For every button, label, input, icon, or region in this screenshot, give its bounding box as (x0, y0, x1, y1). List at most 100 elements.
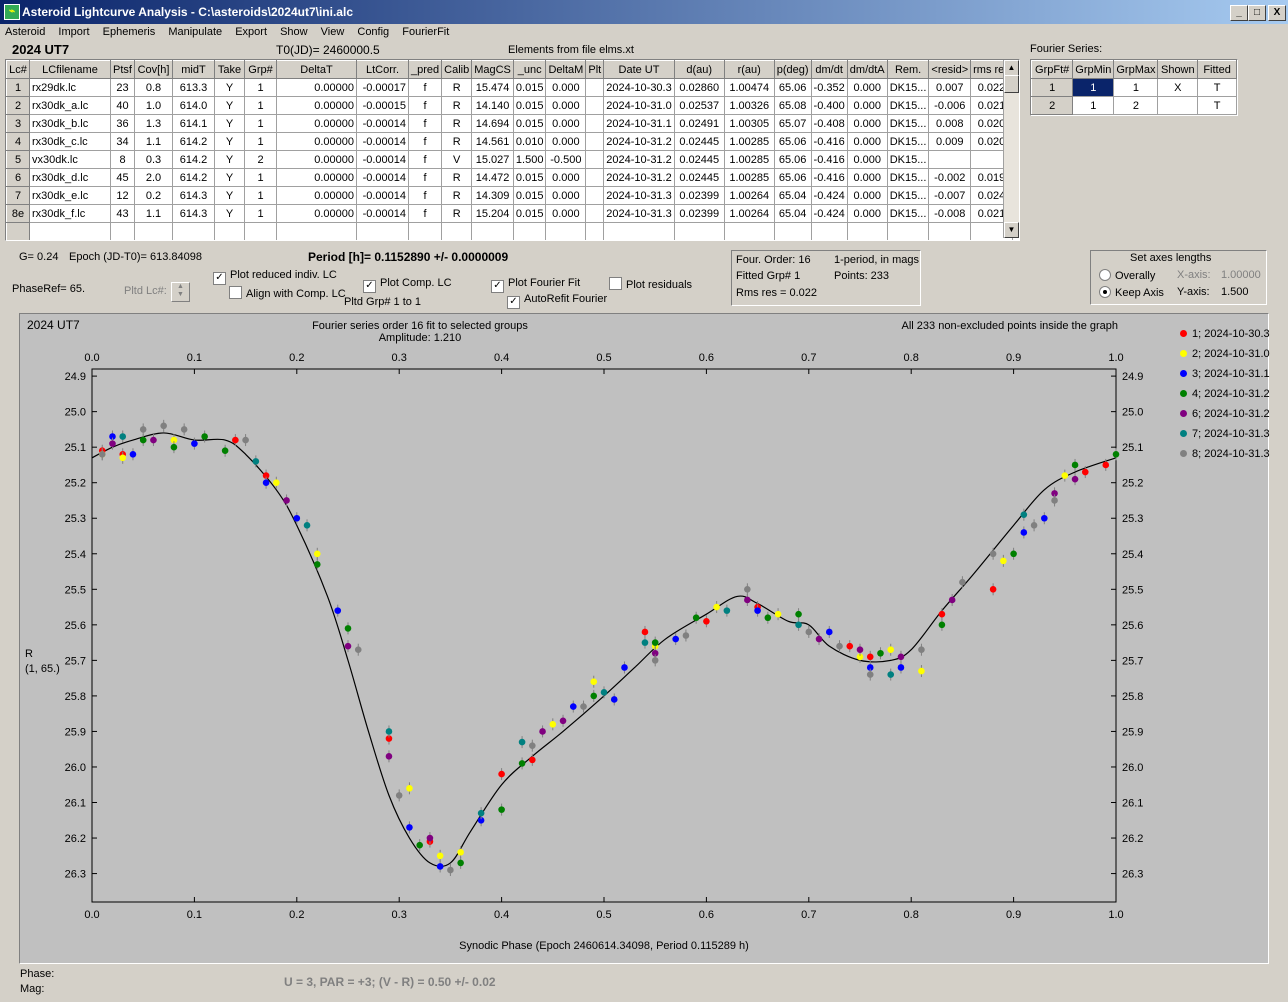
lightcurve-chart[interactable]: 0.0 0.0 0.1 0.1 0.2 0.2 0.3 0.3 0.4 0.4 0.5 0.5 0.6 0… (20, 314, 1268, 963)
row-number[interactable]: 3 (6, 114, 30, 133)
plot-fourier-checkbox[interactable]: ✓ Plot Fourier Fit (491, 277, 580, 293)
fourier-col-header[interactable]: GrpMax (1113, 60, 1159, 79)
overally-radio[interactable]: Overally (1099, 269, 1155, 282)
table-cell[interactable]: 0.2 (134, 186, 173, 205)
lc-col-header[interactable]: MagCS (471, 60, 514, 79)
table-cell[interactable]: 0.008 (928, 114, 972, 133)
table-cell[interactable]: -0.416 (810, 150, 848, 169)
table-cell[interactable]: f (407, 186, 443, 205)
table-cell[interactable]: 0.000 (846, 168, 888, 187)
table-cell[interactable]: f (407, 114, 443, 133)
row-number[interactable]: 2 (6, 96, 30, 115)
lc-col-header[interactable]: Ptsf (110, 60, 135, 79)
table-cell[interactable] (928, 150, 972, 169)
fourier-cell[interactable]: T (1197, 78, 1237, 97)
table-cell[interactable]: 2024-10-30.3 (603, 78, 675, 97)
table-cell[interactable]: 0.8 (134, 78, 173, 97)
table-cell[interactable] (471, 222, 514, 240)
table-cell[interactable]: 0.000 (846, 96, 888, 115)
table-cell[interactable]: 2 (244, 150, 277, 169)
table-cell[interactable]: 0.00000 (276, 168, 357, 187)
table-cell[interactable] (585, 150, 605, 169)
table-cell[interactable] (585, 132, 605, 151)
table-row[interactable]: 2 rx30dk_a.lc 40 1.0 614.0 Y 1 0.00000 -0.00015 f… (6, 96, 1013, 115)
table-cell[interactable]: 1.3 (134, 114, 173, 133)
table-cell[interactable]: 0.000 (846, 78, 888, 97)
fourier-row-number[interactable]: 2 (1031, 96, 1074, 115)
table-cell[interactable] (846, 222, 888, 240)
table-cell[interactable]: DK15... (886, 168, 930, 187)
fourier-table-container[interactable]: GrpFt# GrpMin GrpMax Shown Fitted 111XT212T (1030, 59, 1238, 116)
table-cell[interactable]: rx30dk_d.lc (29, 168, 111, 187)
table-cell[interactable] (134, 222, 173, 240)
table-cell[interactable]: -0.400 (810, 96, 848, 115)
table-cell[interactable]: -0.500 (545, 150, 587, 169)
table-cell[interactable]: f (407, 78, 443, 97)
table-cell[interactable]: 34 (110, 132, 135, 151)
table-cell[interactable]: 0.015 (512, 168, 547, 187)
table-cell[interactable]: rx30dk_c.lc (29, 132, 111, 151)
scroll-up-icon[interactable]: ▲ (1004, 60, 1019, 76)
table-cell[interactable]: 14.309 (471, 186, 514, 205)
pltd-lc-spinner[interactable]: ▲ ▼ (171, 282, 190, 302)
table-cell[interactable]: Y (214, 78, 245, 97)
table-scrollbar[interactable]: ▲ ▼ (1003, 60, 1019, 238)
table-cell[interactable]: Y (214, 132, 245, 151)
table-cell[interactable] (214, 222, 245, 240)
table-cell[interactable]: 14.561 (471, 132, 514, 151)
table-cell[interactable]: 2024-10-31.2 (603, 132, 675, 151)
lc-col-header[interactable]: Plt (585, 60, 605, 79)
table-cell[interactable]: 2024-10-31.0 (603, 96, 675, 115)
table-cell[interactable]: 14.472 (471, 168, 514, 187)
lc-col-header[interactable]: Calib (441, 60, 473, 79)
table-cell[interactable]: 1.00264 (723, 186, 775, 205)
table-cell[interactable]: 12 (110, 186, 135, 205)
table-cell[interactable]: rx30dk_e.lc (29, 186, 111, 205)
table-cell[interactable]: 0.015 (512, 204, 547, 223)
lc-col-header[interactable]: Take (214, 60, 245, 79)
table-cell[interactable]: f (407, 132, 443, 151)
table-row[interactable]: 5 vx30dk.lc 8 0.3 614.2 Y 2 0.00000 -0.00014 f V 15… (6, 150, 1013, 169)
menu-import[interactable]: Import (53, 24, 94, 38)
table-cell[interactable] (810, 222, 848, 240)
table-cell[interactable] (673, 222, 725, 240)
table-cell[interactable]: 1.1 (134, 204, 173, 223)
table-row[interactable]: 4 rx30dk_c.lc 34 1.1 614.2 Y 1 0.00000 -0.00014 f… (6, 132, 1013, 151)
table-cell[interactable]: Y (214, 204, 245, 223)
table-cell[interactable] (928, 222, 972, 240)
table-cell[interactable]: f (407, 96, 443, 115)
lc-col-header[interactable]: LCfilename (29, 60, 111, 79)
table-cell[interactable]: 2024-10-31.1 (603, 114, 675, 133)
table-cell[interactable]: -0.424 (810, 186, 848, 205)
table-cell[interactable]: 1.00285 (723, 132, 775, 151)
fourier-row[interactable]: 212 T (1031, 96, 1237, 115)
plot-residuals-checkbox[interactable]: Plot residuals (609, 277, 692, 291)
table-cell[interactable]: 15.027 (471, 150, 514, 169)
table-cell[interactable]: 14.140 (471, 96, 514, 115)
title-bar[interactable]: ⌁ Asteroid Lightcurve Analysis - C:\aste… (0, 0, 1288, 24)
table-cell[interactable]: 0.000 (545, 132, 587, 151)
fourier-cell[interactable]: 1 (1072, 96, 1115, 115)
table-cell[interactable] (585, 222, 605, 240)
table-cell[interactable]: Y (214, 150, 245, 169)
table-cell[interactable]: 1.00326 (723, 96, 775, 115)
table-cell[interactable]: -0.008 (928, 204, 972, 223)
fourier-row[interactable]: 111XT (1031, 78, 1237, 97)
table-cell[interactable] (512, 222, 547, 240)
table-cell[interactable] (29, 222, 111, 240)
lc-col-header[interactable]: r(au) (723, 60, 775, 79)
table-cell[interactable]: 0.3 (134, 150, 173, 169)
table-cell[interactable]: 0.000 (545, 168, 587, 187)
table-cell[interactable] (244, 222, 277, 240)
menu-export[interactable]: Export (230, 24, 272, 38)
table-cell[interactable] (585, 204, 605, 223)
table-cell[interactable]: 0.000 (846, 114, 888, 133)
table-cell[interactable]: R (441, 96, 473, 115)
lc-col-header[interactable]: Lc# (6, 60, 30, 79)
table-cell[interactable]: 65.06 (773, 78, 812, 97)
fourier-col-header[interactable]: GrpMin (1072, 60, 1115, 79)
close-button[interactable]: X (1268, 5, 1286, 21)
table-cell[interactable]: 65.07 (773, 114, 812, 133)
table-cell[interactable]: -0.007 (928, 186, 972, 205)
plot-comp-checkbox[interactable]: ✓ Plot Comp. LC (363, 277, 452, 293)
